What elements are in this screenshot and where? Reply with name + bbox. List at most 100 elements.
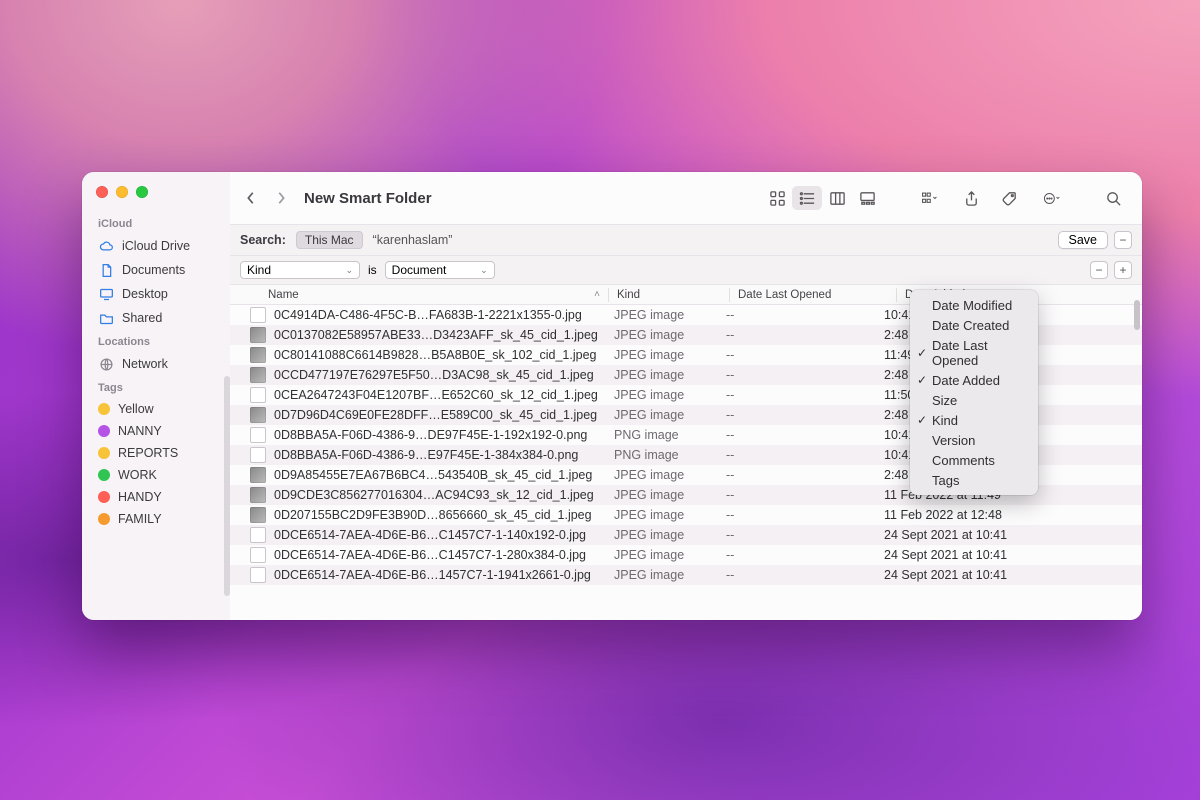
zoom-button[interactable] <box>136 186 148 198</box>
save-button[interactable]: Save <box>1058 231 1109 249</box>
file-kind: JPEG image <box>614 348 726 362</box>
sidebar-item[interactable]: iCloud Drive <box>88 234 226 258</box>
col-date-last-opened[interactable]: Date Last Opened <box>738 289 896 301</box>
tag-item[interactable]: NANNY <box>88 420 226 442</box>
file-thumbnail-icon <box>250 387 266 403</box>
tag-item[interactable]: HANDY <box>88 486 226 508</box>
add-rule-button[interactable]: + <box>1114 261 1132 279</box>
tag-dot-icon <box>98 447 110 459</box>
view-switcher <box>762 186 882 210</box>
menu-item[interactable]: Date Created <box>910 315 1038 335</box>
file-row[interactable]: 0DCE6514-7AEA-4D6E-B6…1457C7-1-1941x2661… <box>230 565 1142 585</box>
file-name: 0DCE6514-7AEA-4D6E-B6…C1457C7-1-280x384-… <box>274 548 614 562</box>
menu-item[interactable]: ✓ Date Added <box>910 370 1038 390</box>
scope-this-mac[interactable]: This Mac <box>296 231 363 249</box>
tag-dot-icon <box>98 403 110 415</box>
close-button[interactable] <box>96 186 108 198</box>
menu-item[interactable]: ✓Date Last Opened <box>910 335 1038 370</box>
file-kind: JPEG image <box>614 488 726 502</box>
share-button[interactable] <box>956 186 986 210</box>
file-date-last-opened: -- <box>726 508 884 522</box>
remove-search-button[interactable]: − <box>1114 231 1132 249</box>
sidebar-item[interactable]: Network <box>88 352 226 376</box>
rule-value-select[interactable]: Document⌄ <box>385 261 495 279</box>
file-date-added: 24 Sept 2021 at 10:41 <box>884 528 1132 542</box>
file-row[interactable]: 0D207155BC2D9FE3B90D…8656660_sk_45_cid_1… <box>230 505 1142 525</box>
menu-item[interactable]: Size <box>910 390 1038 410</box>
file-name: 0DCE6514-7AEA-4D6E-B6…C1457C7-1-140x192-… <box>274 528 614 542</box>
finder-window: iCloudiCloud DriveDocumentsDesktopShared… <box>82 172 1142 620</box>
sidebar-item[interactable]: Shared <box>88 306 226 330</box>
view-gallery-button[interactable] <box>852 186 882 210</box>
search-button[interactable] <box>1098 186 1128 210</box>
sidebar-item[interactable]: Desktop <box>88 282 226 306</box>
tag-item[interactable]: FAMILY <box>88 508 226 530</box>
tag-item[interactable]: WORK <box>88 464 226 486</box>
more-button[interactable] <box>1032 186 1070 210</box>
rule-attribute-value: Kind <box>247 263 271 277</box>
view-columns-button[interactable] <box>822 186 852 210</box>
file-row[interactable]: 0DCE6514-7AEA-4D6E-B6…C1457C7-1-140x192-… <box>230 525 1142 545</box>
rule-operator: is <box>368 263 377 277</box>
file-kind: JPEG image <box>614 388 726 402</box>
tags-button[interactable] <box>994 186 1024 210</box>
file-date-last-opened: -- <box>726 308 884 322</box>
checkmark-icon: ✓ <box>917 413 927 427</box>
file-kind: JPEG image <box>614 468 726 482</box>
file-date-last-opened: -- <box>726 468 884 482</box>
file-date-last-opened: -- <box>726 368 884 382</box>
menu-item[interactable]: Tags <box>910 470 1038 490</box>
file-kind: JPEG image <box>614 528 726 542</box>
menu-item-label: Date Added <box>932 373 1000 388</box>
tag-item[interactable]: Yellow <box>88 398 226 420</box>
menu-item-label: Tags <box>932 473 959 488</box>
forward-button[interactable] <box>270 184 292 212</box>
file-kind: JPEG image <box>614 368 726 382</box>
file-name: 0CCD477197E76297E5F50…D3AC98_sk_45_cid_1… <box>274 368 614 382</box>
view-list-button[interactable] <box>792 186 822 210</box>
scope-user[interactable]: “karenhaslam” <box>373 233 453 247</box>
checkmark-icon: ✓ <box>917 373 927 387</box>
rule-value-value: Document <box>392 263 447 277</box>
sidebar-item-label: WORK <box>118 468 157 482</box>
sidebar-item[interactable]: Documents <box>88 258 226 282</box>
sidebar-item-label: Shared <box>122 311 162 325</box>
sidebar-item-label: REPORTS <box>118 446 178 460</box>
globe-icon <box>98 356 114 372</box>
rule-attribute-select[interactable]: Kind⌄ <box>240 261 360 279</box>
group-button[interactable] <box>910 186 948 210</box>
menu-item[interactable]: ✓Kind <box>910 410 1038 430</box>
sort-indicator-icon: ˄ <box>594 289 600 300</box>
tag-dot-icon <box>98 425 110 437</box>
list-scrollbar[interactable] <box>1134 300 1140 330</box>
menu-item[interactable]: Date Modified <box>910 295 1038 315</box>
file-name: 0D8BBA5A-F06D-4386-9…DE97F45E-1-192x192-… <box>274 428 614 442</box>
file-thumbnail-icon <box>250 407 266 423</box>
file-name: 0C80141088C6614B9828…B5A8B0E_sk_102_cid_… <box>274 348 614 362</box>
rule-bar: Kind⌄ is Document⌄ − + <box>230 256 1142 285</box>
sidebar-item-label: Network <box>122 357 168 371</box>
file-name: 0C4914DA-C486-4F5C-B…FA683B-1-2221x1355-… <box>274 308 614 322</box>
file-thumbnail-icon <box>250 367 266 383</box>
menu-item-label: Comments <box>932 453 995 468</box>
menu-item[interactable]: Comments <box>910 450 1038 470</box>
file-date-last-opened: -- <box>726 328 884 342</box>
checkmark-icon: ✓ <box>917 346 927 360</box>
view-icons-button[interactable] <box>762 186 792 210</box>
back-button[interactable] <box>240 184 262 212</box>
file-row[interactable]: 0DCE6514-7AEA-4D6E-B6…C1457C7-1-280x384-… <box>230 545 1142 565</box>
file-date-last-opened: -- <box>726 568 884 582</box>
sidebar: iCloudiCloud DriveDocumentsDesktopShared… <box>82 172 230 620</box>
menu-item-label: Date Modified <box>932 298 1012 313</box>
col-name[interactable]: Name ˄ <box>240 289 608 301</box>
minimize-button[interactable] <box>116 186 128 198</box>
tag-item[interactable]: REPORTS <box>88 442 226 464</box>
file-thumbnail-icon <box>250 467 266 483</box>
remove-rule-button[interactable]: − <box>1090 261 1108 279</box>
col-kind[interactable]: Kind <box>617 289 729 301</box>
menu-item[interactable]: Version <box>910 430 1038 450</box>
main-pane: New Smart Folder Search: This Mac “karen… <box>230 172 1142 620</box>
file-thumbnail-icon <box>250 307 266 323</box>
doc-icon <box>98 262 114 278</box>
file-date-added: 24 Sept 2021 at 10:41 <box>884 568 1132 582</box>
